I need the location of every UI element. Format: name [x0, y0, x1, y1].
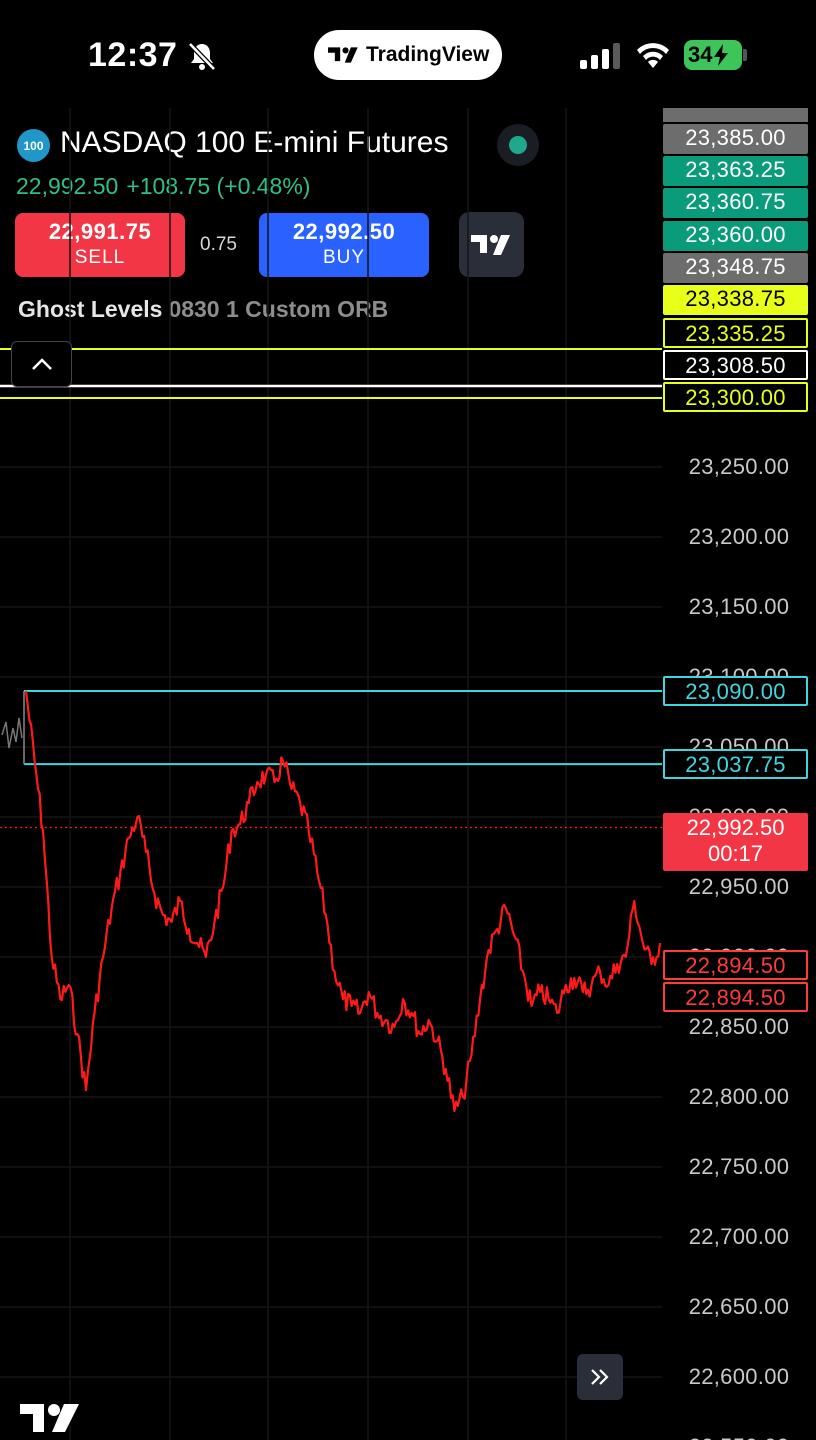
price-axis-tick: 23,200.00 [688, 524, 790, 549]
current-price: 22,992.50 [686, 815, 785, 840]
price-level-tag: 23,037.75 [663, 749, 808, 780]
price-axis-tick: 22,850.00 [688, 1014, 790, 1039]
pre-session-bars [1, 717, 23, 749]
bar-countdown: 00:17 [707, 841, 764, 866]
wifi-icon [637, 43, 669, 68]
price-axis-tick: 23,150.00 [688, 594, 790, 619]
price-axis-tick: 22,800.00 [688, 1084, 790, 1109]
battery-level: 34 [688, 42, 713, 67]
price-level-tag: 22,894.50 [663, 982, 808, 1012]
current-price-tag: 22,992.50 00:17 [663, 813, 808, 871]
status-time: 12:37 [88, 36, 178, 74]
price-level-tag: 23,360.00 [663, 221, 808, 251]
price-level-tag: 22,894.50 [663, 950, 808, 980]
collapse-legend-button[interactable] [11, 341, 72, 387]
price-level-tag: 23,335.25 [663, 318, 808, 348]
price-level-tag: 23,338.75 [663, 285, 808, 315]
price-axis-tick: 23,250.00 [688, 454, 790, 479]
price-axis-tick: 22,950.00 [688, 874, 790, 899]
tradingview-watermark-icon [20, 1404, 79, 1432]
price-axis-tick: 22,650.00 [688, 1294, 790, 1319]
price-level-tag: 23,385.00 [663, 124, 808, 154]
chevron-up-icon [31, 358, 52, 370]
price-series-line [24, 690, 662, 1113]
tradingview-logo-icon [328, 47, 358, 63]
price-axis-tick: 22,700.00 [688, 1224, 790, 1249]
cellular-signal-icon [580, 43, 620, 69]
app-pill[interactable]: TradingView [314, 30, 502, 80]
price-level-tag: 23,363.25 [663, 156, 808, 186]
price-axis-tick: 22,550.00 [662, 1434, 816, 1440]
scroll-to-realtime-button[interactable] [577, 1354, 623, 1400]
battery-indicator: 34 [684, 40, 742, 70]
price-tag-clipped [663, 108, 808, 122]
bell-muted-icon [188, 42, 216, 71]
price-level-tag: 23,308.50 [663, 350, 808, 380]
price-level-tag: 23,090.00 [663, 676, 808, 706]
price-axis-tick: 22,600.00 [688, 1364, 790, 1389]
price-chart[interactable] [0, 108, 662, 1440]
price-level-tag: 23,348.75 [663, 253, 808, 283]
app-pill-label: TradingView [366, 43, 490, 66]
double-chevron-right-icon [591, 1369, 609, 1385]
charging-bolt-icon [714, 44, 729, 66]
price-level-tag: 23,360.75 [663, 188, 808, 218]
battery-cap [743, 49, 747, 61]
price-axis-tick: 22,750.00 [688, 1154, 790, 1179]
price-level-tag: 23,300.00 [663, 382, 808, 412]
